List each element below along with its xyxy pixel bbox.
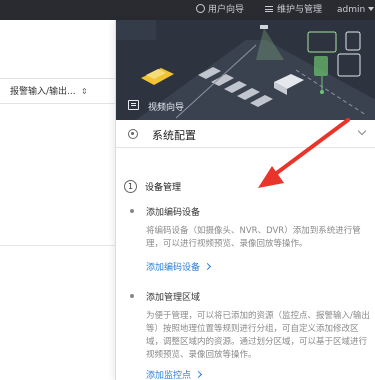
- banner-title: 视频向导: [148, 103, 185, 113]
- section-title: 系统配置: [152, 129, 196, 142]
- system-config-header[interactable]: 系统配置: [116, 120, 375, 148]
- filter-chip-label: 报警输入/输出...: [10, 87, 76, 97]
- step-number: 1: [124, 180, 137, 193]
- item-title-add-encoder: 添加编码设备: [146, 208, 201, 218]
- link-label: 添加编码设备: [146, 263, 201, 273]
- filter-row: 报警输入/输出... ⇕: [0, 78, 115, 104]
- guide-panel: 视频向导 系统配置 1 设备管理 添加编码设备 将编码设备（如摄像头、NVR、D…: [115, 20, 375, 380]
- maintenance-label: 维护与管理: [277, 5, 323, 15]
- sort-icon: ⇕: [78, 87, 88, 96]
- add-camera-link[interactable]: 添加监控点: [146, 368, 203, 380]
- guide-banner: 视频向导: [116, 20, 375, 120]
- step-title: 设备管理: [145, 183, 182, 193]
- username: admin: [337, 5, 366, 15]
- user-menu[interactable]: admin: [337, 0, 375, 20]
- add-encoder-link[interactable]: 添加编码设备: [146, 260, 212, 273]
- compass-icon: [196, 4, 205, 13]
- user-guide-label: 用户向导: [208, 5, 245, 15]
- maintenance-nav[interactable]: 维护与管理: [265, 0, 322, 20]
- divider: [0, 245, 115, 246]
- bullet-icon: [130, 209, 134, 213]
- gear-icon: [128, 129, 138, 139]
- item-title-add-area: 添加管理区域: [146, 293, 201, 303]
- link-label: 添加监控点: [146, 371, 192, 380]
- video-guide-icon: [128, 100, 139, 110]
- top-bar: 用户向导 维护与管理 admin: [0, 0, 375, 20]
- chevron-down-icon: [368, 7, 375, 11]
- chevron-right-icon: [194, 370, 203, 379]
- background-app: 报警输入/输出... ⇕: [0, 20, 115, 380]
- menu-icon: [265, 6, 273, 12]
- chevron-down-icon[interactable]: [357, 126, 367, 136]
- bullet-icon: [130, 294, 134, 298]
- filter-chip-alarm-io[interactable]: 报警输入/输出... ⇕: [10, 83, 88, 101]
- user-guide-nav[interactable]: 用户向导: [196, 0, 244, 20]
- chevron-right-icon: [203, 262, 212, 271]
- item-desc-add-area: 为便于管理，可以将已添加的资源（监控点、报警输入/输出等）按照地理位置等规则进行…: [146, 311, 370, 360]
- item-desc-add-encoder: 将编码设备（如摄像头、NVR、DVR）添加到系统进行管理，可以进行视频预览、录像…: [146, 226, 361, 249]
